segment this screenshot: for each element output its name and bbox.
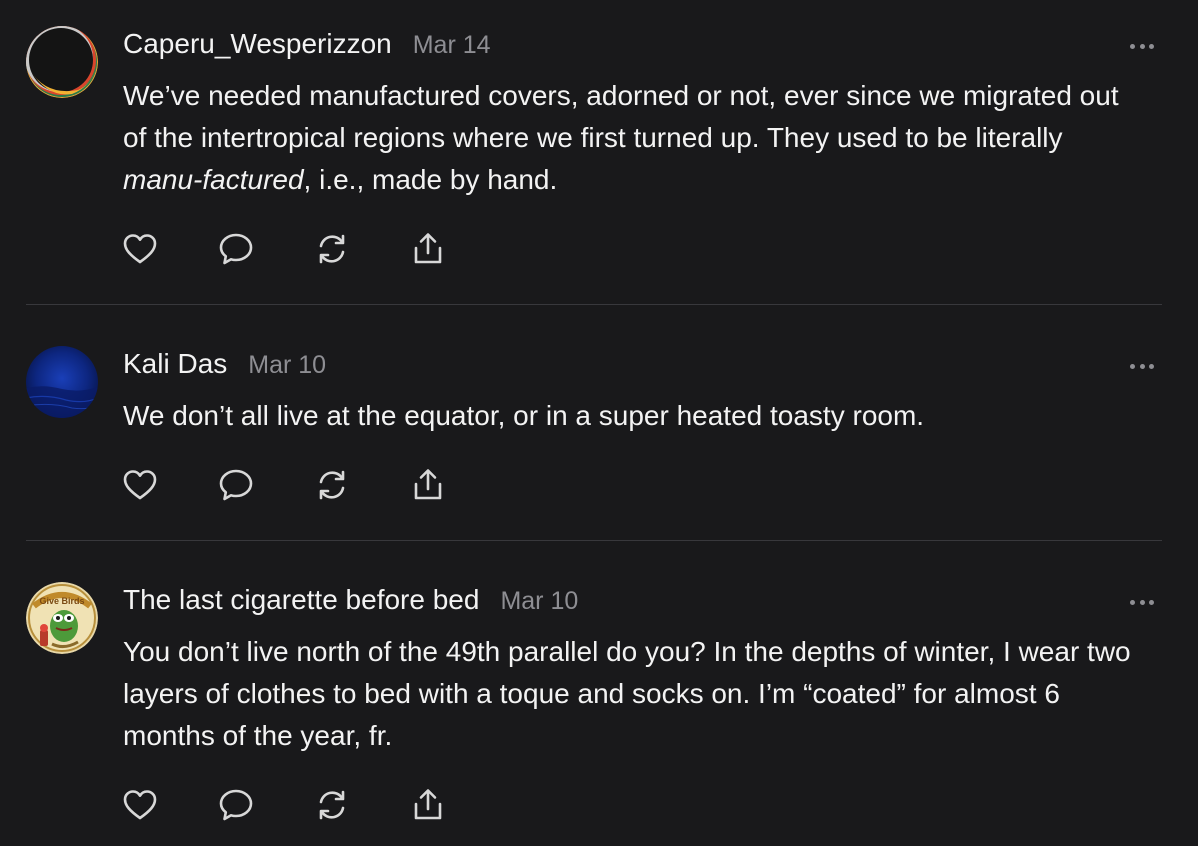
avatar-badge-text: Give Birds <box>39 596 84 606</box>
dot-icon <box>1149 363 1154 369</box>
reply-button[interactable] <box>218 231 254 267</box>
share-icon <box>414 469 442 500</box>
more-options-button[interactable] <box>1126 590 1158 614</box>
comment-text-part: , i.e., made by hand. <box>303 164 558 195</box>
comment-header: The last cigarette before bed Mar 10 <box>123 584 578 624</box>
comment-header: Kali Das Mar 10 <box>123 348 326 388</box>
repost-icon <box>319 234 345 264</box>
author-name[interactable]: Kali Das <box>123 348 227 380</box>
like-button[interactable] <box>122 231 158 267</box>
comment-text: We’ve needed manufactured covers, adorne… <box>123 75 1133 201</box>
dot-icon <box>1139 599 1145 605</box>
dot-icon <box>1130 599 1135 605</box>
repost-icon <box>319 790 345 820</box>
post-date: Mar 10 <box>248 351 327 379</box>
reply-button[interactable] <box>218 787 254 823</box>
author-name[interactable]: Caperu_Wesperizzon <box>123 28 392 60</box>
avatar[interactable] <box>26 346 98 418</box>
share-button[interactable] <box>410 467 446 503</box>
more-options-button[interactable] <box>1126 34 1158 58</box>
comment-header: Caperu_Wesperizzon Mar 14 <box>123 28 491 68</box>
comment-text-part: We’ve needed manufactured covers, adorne… <box>123 80 1119 153</box>
comment-feed: Caperu_Wesperizzon Mar 14 We’ve needed m… <box>0 0 1198 846</box>
comment-1: Caperu_Wesperizzon Mar 14 We’ve needed m… <box>0 0 1198 305</box>
repost-icon <box>319 470 345 500</box>
avatar[interactable] <box>26 26 98 98</box>
share-button[interactable] <box>410 787 446 823</box>
dot-icon <box>1130 43 1135 49</box>
share-icon <box>414 233 442 264</box>
author-name[interactable]: The last cigarette before bed <box>123 584 479 616</box>
more-options-button[interactable] <box>1126 354 1158 378</box>
share-icon <box>414 789 442 820</box>
post-date: Mar 10 <box>500 587 579 615</box>
comment-icon <box>219 469 253 501</box>
repost-button[interactable] <box>314 467 350 503</box>
comment-text-part: You don’t live north of the 49th paralle… <box>123 636 1131 751</box>
dot-icon <box>1149 43 1154 49</box>
comment-text-emphasis: manu-factured <box>123 164 304 195</box>
dot-icon <box>1149 599 1154 605</box>
dot-icon <box>1139 43 1145 49</box>
dot-icon <box>1139 363 1145 369</box>
share-button[interactable] <box>410 231 446 267</box>
avatar[interactable]: Give Birds <box>26 582 98 654</box>
heart-icon <box>123 470 157 500</box>
dot-icon <box>1130 363 1135 369</box>
comment-text: You don’t live north of the 49th paralle… <box>123 631 1133 757</box>
comment-3: Give Birds The last cigarette before bed… <box>0 541 1198 846</box>
avatar-image <box>26 26 98 98</box>
like-button[interactable] <box>122 467 158 503</box>
comment-text: We don’t all live at the equator, or in … <box>123 395 1133 437</box>
comment-text-part: We don’t all live at the equator, or in … <box>123 400 925 431</box>
like-button[interactable] <box>122 787 158 823</box>
comment-icon <box>219 789 253 821</box>
heart-icon <box>123 790 157 820</box>
comment-2: Kali Das Mar 10 We don’t all live at the… <box>0 305 1198 541</box>
reply-button[interactable] <box>218 467 254 503</box>
avatar-image <box>26 346 98 418</box>
avatar-image: Give Birds <box>26 582 98 654</box>
heart-icon <box>123 234 157 264</box>
repost-button[interactable] <box>314 787 350 823</box>
comment-icon <box>219 233 253 265</box>
post-date: Mar 14 <box>412 31 491 59</box>
repost-button[interactable] <box>314 231 350 267</box>
